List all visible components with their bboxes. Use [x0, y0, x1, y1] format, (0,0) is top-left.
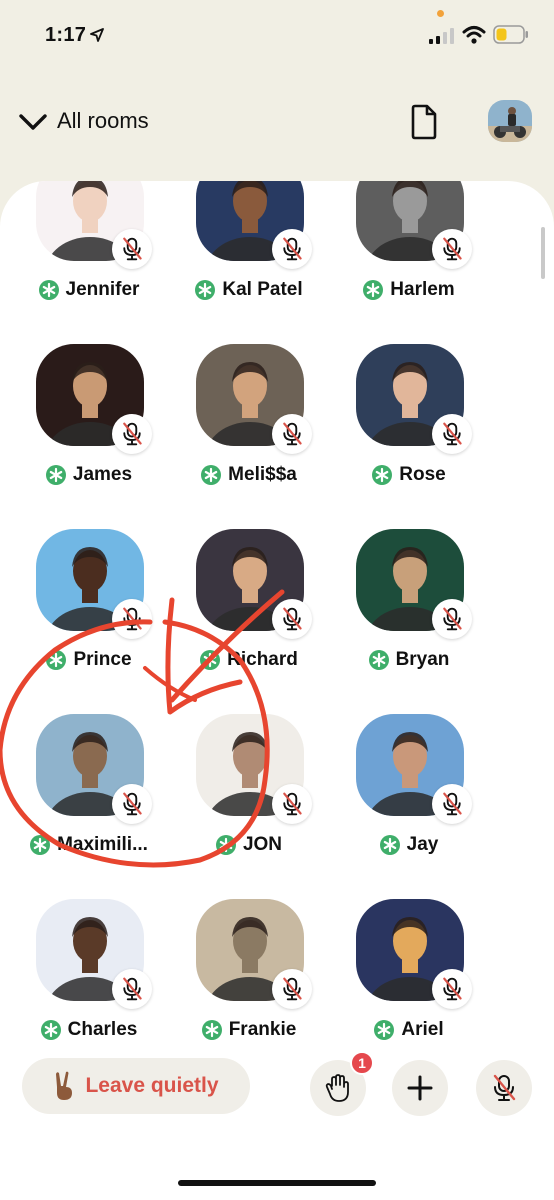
location-arrow-icon [90, 28, 104, 42]
speaker-name-row: JON [166, 832, 332, 858]
speaker-name-row: Prince [6, 647, 172, 673]
speaker-name-row: Harlem [326, 277, 492, 303]
profile-avatar[interactable] [488, 100, 532, 142]
room-header: All rooms [0, 90, 554, 160]
victory-hand-icon [56, 1071, 73, 1100]
mic-muted-icon [432, 599, 472, 639]
new-member-badge-icon [201, 1020, 222, 1040]
speaker-name: Bryan [395, 649, 450, 670]
speaker-tile[interactable]: Jennifer [36, 181, 196, 334]
mic-muted-icon [112, 969, 152, 1009]
speaker-name: Prince [73, 649, 132, 670]
mic-muted-icon [272, 969, 312, 1009]
speaker-tile[interactable]: Bryan [356, 529, 516, 704]
scrollbar[interactable] [541, 227, 545, 279]
mute-toggle-button[interactable] [476, 1060, 532, 1116]
new-member-badge-icon [372, 465, 393, 485]
speaker-tile[interactable]: Rose [356, 344, 516, 519]
mic-muted-icon [112, 784, 152, 824]
new-member-badge-icon [195, 280, 216, 300]
speaker-name: Jennifer [65, 279, 140, 300]
all-rooms-link[interactable]: All rooms [57, 108, 149, 134]
new-member-badge-icon [363, 280, 384, 300]
new-member-badge-icon [38, 280, 59, 300]
speaker-name-row: Kal Patel [166, 277, 332, 303]
mic-muted-icon [493, 1074, 516, 1101]
speaker-name-row: Bryan [326, 647, 492, 673]
new-member-badge-icon [45, 465, 66, 485]
mic-muted-icon [272, 784, 312, 824]
speaker-tile[interactable]: Frankie [196, 899, 356, 1074]
status-time: 1:17 [45, 24, 87, 46]
speaker-name: Jay [406, 834, 439, 855]
speaker-name: Rose [399, 464, 446, 485]
speaker-tile[interactable]: JON [196, 714, 356, 889]
speaker-name-row: Maximili... [6, 832, 172, 858]
mic-muted-icon [112, 229, 152, 269]
document-icon[interactable] [409, 104, 439, 140]
speaker-tile[interactable]: James [36, 344, 196, 519]
raise-hand-icon [325, 1074, 349, 1102]
mic-muted-icon [272, 599, 312, 639]
mic-muted-icon [432, 784, 472, 824]
new-member-badge-icon [201, 465, 222, 485]
speaker-name: Harlem [390, 279, 455, 300]
home-indicator[interactable] [178, 1180, 376, 1186]
add-button[interactable] [392, 1060, 448, 1116]
leave-quietly-label: Leave quietly [85, 1074, 219, 1097]
speaker-tile[interactable]: Maximili... [30, 714, 196, 889]
speaker-name-row: Meli$$a [166, 462, 332, 488]
speaker-name: Kal Patel [222, 279, 303, 300]
battery-icon [493, 25, 528, 44]
privacy-indicator-dot [437, 10, 444, 17]
speaker-tile[interactable]: Kal Patel [195, 181, 356, 334]
new-member-badge-icon [215, 835, 236, 855]
speaker-tile[interactable]: Harlem [356, 181, 516, 334]
speaker-name-row: James [6, 462, 172, 488]
new-member-badge-icon [46, 650, 67, 670]
mic-muted-icon [432, 229, 472, 269]
new-member-badge-icon [368, 650, 389, 670]
chevron-down-icon[interactable] [18, 110, 48, 134]
new-member-badge-icon [379, 835, 400, 855]
speaker-name-row: Ariel [326, 1017, 492, 1043]
mic-muted-icon [112, 599, 152, 639]
mic-muted-icon [112, 414, 152, 454]
speaker-name: Meli$$a [228, 464, 297, 485]
speaker-name: Richard [227, 649, 298, 670]
wifi-icon [462, 26, 486, 44]
speaker-tile[interactable]: Jay [356, 714, 516, 889]
speaker-tile[interactable]: Charles [36, 899, 196, 1074]
new-member-badge-icon [374, 1020, 395, 1040]
signal-icon [429, 28, 454, 44]
speaker-tile[interactable]: Ariel [356, 899, 516, 1074]
speaker-name-row: Jennifer [6, 277, 172, 303]
mic-muted-icon [272, 229, 312, 269]
speaker-name-row: Richard [166, 647, 332, 673]
raise-hand-count-badge: 1 [350, 1051, 374, 1075]
speaker-name-row: Frankie [166, 1017, 332, 1043]
speaker-name-row: Rose [326, 462, 492, 488]
room-sheet: Jennifer Kal Patel Harlem James Meli$$a Rose P… [0, 181, 554, 1200]
new-member-badge-icon [40, 1020, 61, 1040]
new-member-badge-icon [200, 650, 221, 670]
speaker-name: James [72, 464, 133, 485]
speaker-name-row: Jay [326, 832, 492, 858]
speaker-name: Charles [67, 1019, 138, 1040]
new-member-badge-icon [30, 835, 51, 855]
mic-muted-icon [272, 414, 312, 454]
leave-quietly-button[interactable]: Leave quietly [22, 1058, 250, 1114]
speaker-name: Frankie [228, 1019, 297, 1040]
mic-muted-icon [432, 969, 472, 1009]
speaker-name: Ariel [401, 1019, 444, 1040]
speaker-tile[interactable]: Richard [196, 529, 356, 704]
plus-icon [407, 1075, 433, 1101]
speaker-name: Maximili... [57, 834, 148, 855]
mic-muted-icon [432, 414, 472, 454]
speaker-tile[interactable]: Meli$$a [196, 344, 356, 519]
status-bar: 1:17 [0, 0, 554, 70]
speaker-tile[interactable]: Prince [36, 529, 196, 704]
speaker-name: JON [242, 834, 283, 855]
speaker-name-row: Charles [6, 1017, 172, 1043]
